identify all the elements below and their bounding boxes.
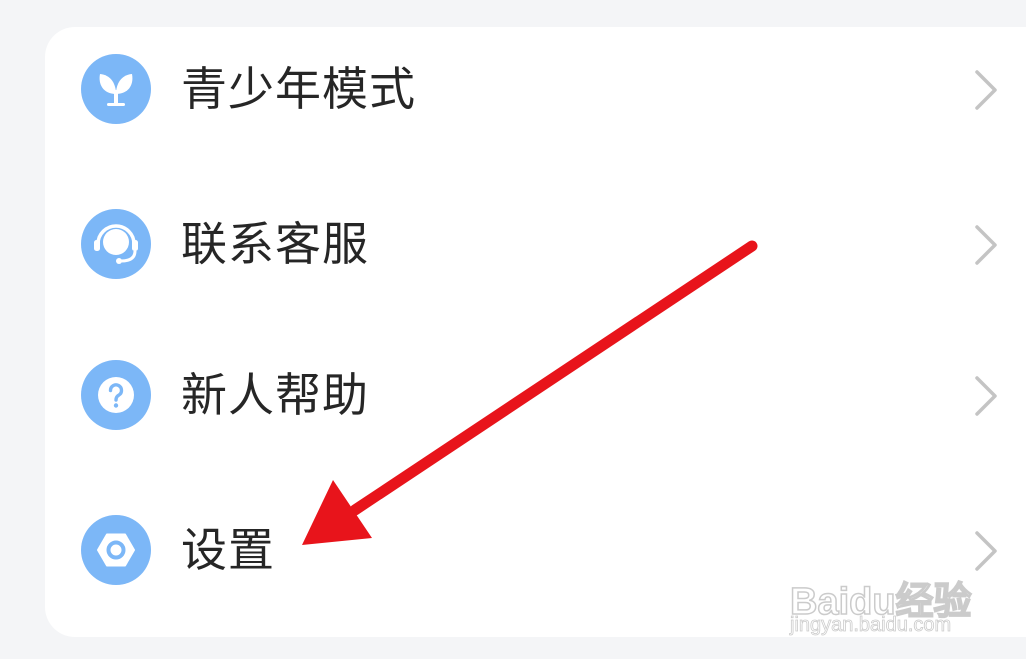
menu-item-newbie-help[interactable]: 新人帮助 xyxy=(45,333,1026,453)
headset-icon xyxy=(81,209,151,279)
chevron-right-icon xyxy=(971,374,1001,418)
menu-item-label: 新人帮助 xyxy=(181,368,369,422)
menu-item-teen-mode[interactable]: 青少年模式 xyxy=(45,27,1026,147)
menu-item-label: 设置 xyxy=(181,523,275,577)
hex-nut-icon xyxy=(81,515,151,585)
menu-item-label: 青少年模式 xyxy=(181,62,416,116)
menu-item-label: 联系客服 xyxy=(181,217,369,271)
question-icon xyxy=(81,360,151,430)
menu-item-customer-service[interactable]: 联系客服 xyxy=(45,182,1026,302)
chevron-right-icon xyxy=(971,223,1001,267)
chevron-right-icon xyxy=(971,68,1001,112)
sprout-icon xyxy=(81,54,151,124)
watermark: Baidu经验 jingyan.baidu.com xyxy=(789,548,990,648)
menu-card: 青少年模式 联系客服 新人帮助 设置 xyxy=(45,27,1026,637)
watermark-url: jingyan.baidu.com xyxy=(790,614,952,637)
